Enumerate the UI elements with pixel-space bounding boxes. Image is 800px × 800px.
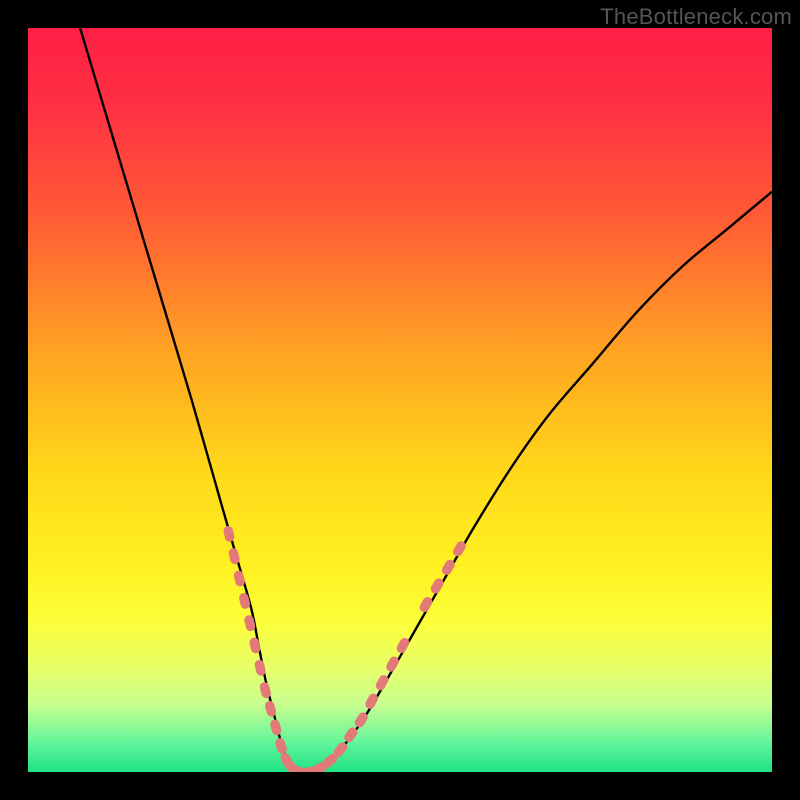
watermark-label: TheBottleneck.com <box>600 4 792 30</box>
gradient-background <box>28 28 772 772</box>
bottleneck-chart <box>28 28 772 772</box>
chart-frame <box>28 28 772 772</box>
